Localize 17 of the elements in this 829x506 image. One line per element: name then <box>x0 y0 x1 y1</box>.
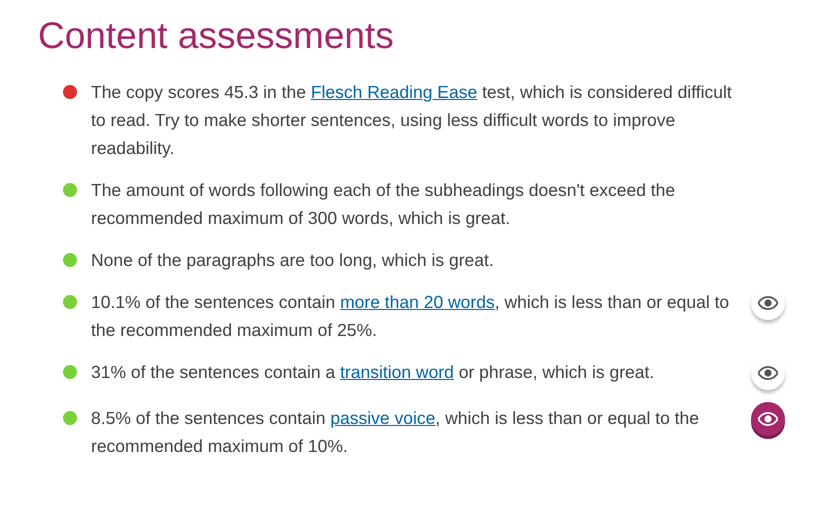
highlight-toggle-button[interactable] <box>751 402 785 436</box>
highlight-toggle-button[interactable] <box>751 356 785 390</box>
assessment-text: 10.1% of the sentences contain more than 20 words, which is less than or equal to the recommended maximum of 25%. <box>91 291 730 342</box>
eye-icon <box>758 366 778 380</box>
link[interactable]: more than 20 words <box>340 292 495 312</box>
eye-icon <box>758 412 778 426</box>
assessment-text: 31% of the sentences contain a transition word or phrase, which is great. <box>91 361 656 384</box>
link[interactable]: Flesch Reading Ease <box>310 82 478 102</box>
assessment-text: The amount of words following each of the subheadings doesn't exceed the recommended maximum of 300 words, which is great. <box>91 179 676 230</box>
link[interactable]: passive voice <box>330 408 436 428</box>
assessment-text: The copy scores 45.3 in the Flesch Reading Ease test, which is considered difficult to read. Try to make shorter sentences, using less difficult words to improve readability. <box>91 81 733 160</box>
assessment-text: None of the paragraphs are too long, which is great. <box>91 249 495 272</box>
section-heading: Content assessments <box>38 14 395 58</box>
assessment-text: 8.5% of the sentences contain passive voice, which is less than or equal to the recommended maximum of 10%. <box>91 407 700 458</box>
highlight-toggle-button[interactable] <box>751 286 785 320</box>
eye-icon <box>758 296 778 310</box>
link[interactable]: transition word <box>340 362 454 382</box>
